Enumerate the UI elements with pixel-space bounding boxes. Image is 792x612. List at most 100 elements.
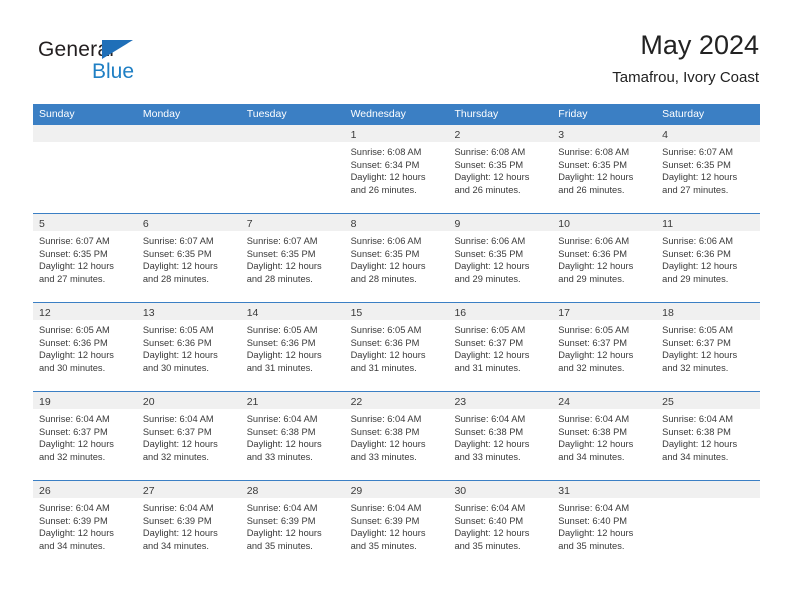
- sunset-text: Sunset: 6:37 PM: [142, 426, 212, 437]
- day-number-band: 23: [448, 392, 553, 409]
- day-details: Sunrise: 6:06 AM Sunset: 6:35 PM Daylight:…: [448, 231, 552, 285]
- daylight-text-line1: Daylight: 12 hours: [350, 261, 426, 272]
- day-cell-empty: [240, 125, 345, 213]
- sunrise-text: Sunrise: 6:04 AM: [662, 414, 733, 424]
- daylight-text-line2: and 26 minutes.: [350, 184, 417, 195]
- day-cell[interactable]: 17 Sunrise: 6:05 AM Sunset: 6:37 PM Dayligh…: [552, 303, 657, 391]
- day-cell[interactable]: 12 Sunrise: 6:05 AM Sunset: 6:36 PM Dayligh…: [33, 303, 137, 391]
- sunset-text: Sunset: 6:39 PM: [246, 515, 316, 526]
- day-number: 1: [350, 129, 357, 141]
- daylight-text-line2: and 28 minutes.: [142, 273, 210, 284]
- daylight-text-line1: Daylight: 12 hours: [246, 261, 322, 272]
- day-cell[interactable]: 20 Sunrise: 6:04 AM Sunset: 6:37 PM Dayligh…: [136, 392, 241, 480]
- day-cell[interactable]: 6 Sunrise: 6:07 AM Sunset: 6:35 PM Daylight…: [136, 214, 241, 302]
- day-cell[interactable]: 21 Sunrise: 6:04 AM Sunset: 6:38 PM Dayligh…: [240, 392, 345, 480]
- day-cell[interactable]: 25 Sunrise: 6:04 AM Sunset: 6:38 PM Dayligh…: [656, 392, 761, 480]
- day-details: Sunrise: 6:08 AM Sunset: 6:34 PM Daylight:…: [345, 142, 449, 196]
- day-cell[interactable]: 5 Sunrise: 6:07 AM Sunset: 6:35 PM Daylight…: [33, 214, 137, 302]
- day-cell[interactable]: 11 Sunrise: 6:06 AM Sunset: 6:36 PM Dayligh…: [656, 214, 761, 302]
- day-cell[interactable]: 15 Sunrise: 6:05 AM Sunset: 6:36 PM Dayligh…: [344, 303, 449, 391]
- sunset-text: Sunset: 6:35 PM: [662, 159, 731, 170]
- day-cell[interactable]: 19 Sunrise: 6:04 AM Sunset: 6:37 PM Dayligh…: [33, 392, 137, 480]
- day-cell[interactable]: 7 Sunrise: 6:07 AM Sunset: 6:35 PM Daylight…: [240, 214, 345, 302]
- day-cell[interactable]: 1 Sunrise: 6:08 AM Sunset: 6:34 PM Daylight…: [344, 125, 449, 213]
- day-cell[interactable]: 13 Sunrise: 6:05 AM Sunset: 6:36 PM Dayligh…: [136, 303, 241, 391]
- day-number: 18: [662, 307, 674, 319]
- daylight-text-line2: and 35 minutes.: [246, 540, 313, 551]
- sunset-text: Sunset: 6:38 PM: [246, 426, 316, 437]
- day-details: Sunrise: 6:06 AM Sunset: 6:36 PM Daylight:…: [552, 231, 656, 285]
- day-number-band: [33, 125, 137, 142]
- day-number-band: 1: [344, 125, 449, 142]
- daylight-text-line1: Daylight: 12 hours: [350, 350, 426, 361]
- daylight-text-line2: and 29 minutes.: [558, 273, 625, 284]
- title-block: May 2024 Tamafrou, Ivory Coast: [612, 28, 759, 87]
- calendar-week-row: 26 Sunrise: 6:04 AM Sunset: 6:39 PM Dayligh…: [33, 480, 761, 569]
- sunrise-text: Sunrise: 6:05 AM: [39, 325, 110, 335]
- day-cell[interactable]: 4 Sunrise: 6:07 AM Sunset: 6:35 PM Daylight…: [656, 125, 761, 213]
- day-cell[interactable]: 26 Sunrise: 6:04 AM Sunset: 6:39 PM Dayligh…: [33, 481, 137, 569]
- sunset-text: Sunset: 6:39 PM: [350, 515, 420, 526]
- sunrise-text: Sunrise: 6:04 AM: [246, 503, 318, 513]
- day-number: 4: [662, 129, 668, 141]
- sunset-text: Sunset: 6:36 PM: [662, 248, 731, 259]
- weekday-friday: Friday: [558, 108, 588, 120]
- daylight-text-line1: Daylight: 12 hours: [662, 350, 738, 361]
- general-blue-logo[interactable]: General Blue: [38, 38, 238, 94]
- day-details: Sunrise: 6:08 AM Sunset: 6:35 PM Daylight:…: [552, 142, 656, 196]
- sunrise-text: Sunrise: 6:04 AM: [39, 503, 110, 513]
- daylight-text-line2: and 35 minutes.: [350, 540, 417, 551]
- daylight-text-line1: Daylight: 12 hours: [142, 439, 218, 450]
- day-cell[interactable]: 23 Sunrise: 6:04 AM Sunset: 6:38 PM Dayligh…: [448, 392, 553, 480]
- daylight-text-line1: Daylight: 12 hours: [142, 261, 218, 272]
- sunrise-text: Sunrise: 6:04 AM: [454, 503, 526, 513]
- day-cell[interactable]: 24 Sunrise: 6:04 AM Sunset: 6:38 PM Dayligh…: [552, 392, 657, 480]
- day-cell[interactable]: 8 Sunrise: 6:06 AM Sunset: 6:35 PM Daylight…: [344, 214, 449, 302]
- day-number: 6: [142, 218, 149, 230]
- day-cell[interactable]: 29 Sunrise: 6:04 AM Sunset: 6:39 PM Dayligh…: [344, 481, 449, 569]
- day-number-band: 7: [240, 214, 345, 231]
- sunrise-text: Sunrise: 6:07 AM: [142, 236, 214, 246]
- sunset-text: Sunset: 6:36 PM: [142, 337, 212, 348]
- day-cell[interactable]: 18 Sunrise: 6:05 AM Sunset: 6:37 PM Dayligh…: [656, 303, 761, 391]
- day-number-band: 15: [344, 303, 449, 320]
- sunrise-text: Sunrise: 6:05 AM: [142, 325, 214, 335]
- day-details: Sunrise: 6:07 AM Sunset: 6:35 PM Daylight:…: [33, 231, 137, 285]
- daylight-text-line1: Daylight: 12 hours: [246, 439, 322, 450]
- day-cell[interactable]: 2 Sunrise: 6:08 AM Sunset: 6:35 PM Daylight…: [448, 125, 553, 213]
- day-number: 5: [39, 218, 45, 230]
- day-cell[interactable]: 16 Sunrise: 6:05 AM Sunset: 6:37 PM Dayligh…: [448, 303, 553, 391]
- weekday-wednesday: Wednesday: [350, 108, 406, 120]
- sunset-text: Sunset: 6:38 PM: [558, 426, 628, 437]
- day-cell[interactable]: 27 Sunrise: 6:04 AM Sunset: 6:39 PM Dayligh…: [136, 481, 241, 569]
- day-details: Sunrise: 6:05 AM Sunset: 6:36 PM Daylight:…: [345, 320, 449, 374]
- day-number-band: 30: [448, 481, 553, 498]
- day-cell[interactable]: 3 Sunrise: 6:08 AM Sunset: 6:35 PM Daylight…: [552, 125, 657, 213]
- day-number-band: 8: [344, 214, 449, 231]
- day-cell[interactable]: 31 Sunrise: 6:04 AM Sunset: 6:40 PM Dayligh…: [552, 481, 657, 569]
- day-cell[interactable]: 28 Sunrise: 6:04 AM Sunset: 6:39 PM Dayligh…: [240, 481, 345, 569]
- day-number: 19: [39, 396, 51, 408]
- daylight-text-line2: and 33 minutes.: [350, 451, 417, 462]
- daylight-text-line1: Daylight: 12 hours: [246, 350, 322, 361]
- daylight-text-line2: and 29 minutes.: [454, 273, 521, 284]
- day-number-band: 17: [552, 303, 657, 320]
- sunset-text: Sunset: 6:40 PM: [454, 515, 524, 526]
- day-details: Sunrise: 6:07 AM Sunset: 6:35 PM Daylight:…: [137, 231, 241, 285]
- sunrise-text: Sunrise: 6:07 AM: [662, 147, 733, 157]
- day-number-band: 31: [552, 481, 657, 498]
- sunset-text: Sunset: 6:37 PM: [454, 337, 524, 348]
- day-cell[interactable]: 9 Sunrise: 6:06 AM Sunset: 6:35 PM Daylight…: [448, 214, 553, 302]
- day-cell[interactable]: 14 Sunrise: 6:05 AM Sunset: 6:36 PM Dayligh…: [240, 303, 345, 391]
- day-details: Sunrise: 6:04 AM Sunset: 6:40 PM Daylight:…: [552, 498, 656, 552]
- sunrise-text: Sunrise: 6:05 AM: [350, 325, 422, 335]
- daylight-text-line1: Daylight: 12 hours: [246, 528, 322, 539]
- daylight-text-line2: and 31 minutes.: [454, 362, 521, 373]
- day-cell[interactable]: 22 Sunrise: 6:04 AM Sunset: 6:38 PM Dayligh…: [344, 392, 449, 480]
- day-cell[interactable]: 30 Sunrise: 6:04 AM Sunset: 6:40 PM Dayligh…: [448, 481, 553, 569]
- day-details: Sunrise: 6:04 AM Sunset: 6:38 PM Daylight:…: [552, 409, 656, 463]
- day-cell[interactable]: 10 Sunrise: 6:06 AM Sunset: 6:36 PM Dayligh…: [552, 214, 657, 302]
- sunrise-text: Sunrise: 6:04 AM: [350, 503, 422, 513]
- day-details: Sunrise: 6:04 AM Sunset: 6:39 PM Daylight:…: [137, 498, 241, 552]
- day-number-band: 19: [33, 392, 137, 409]
